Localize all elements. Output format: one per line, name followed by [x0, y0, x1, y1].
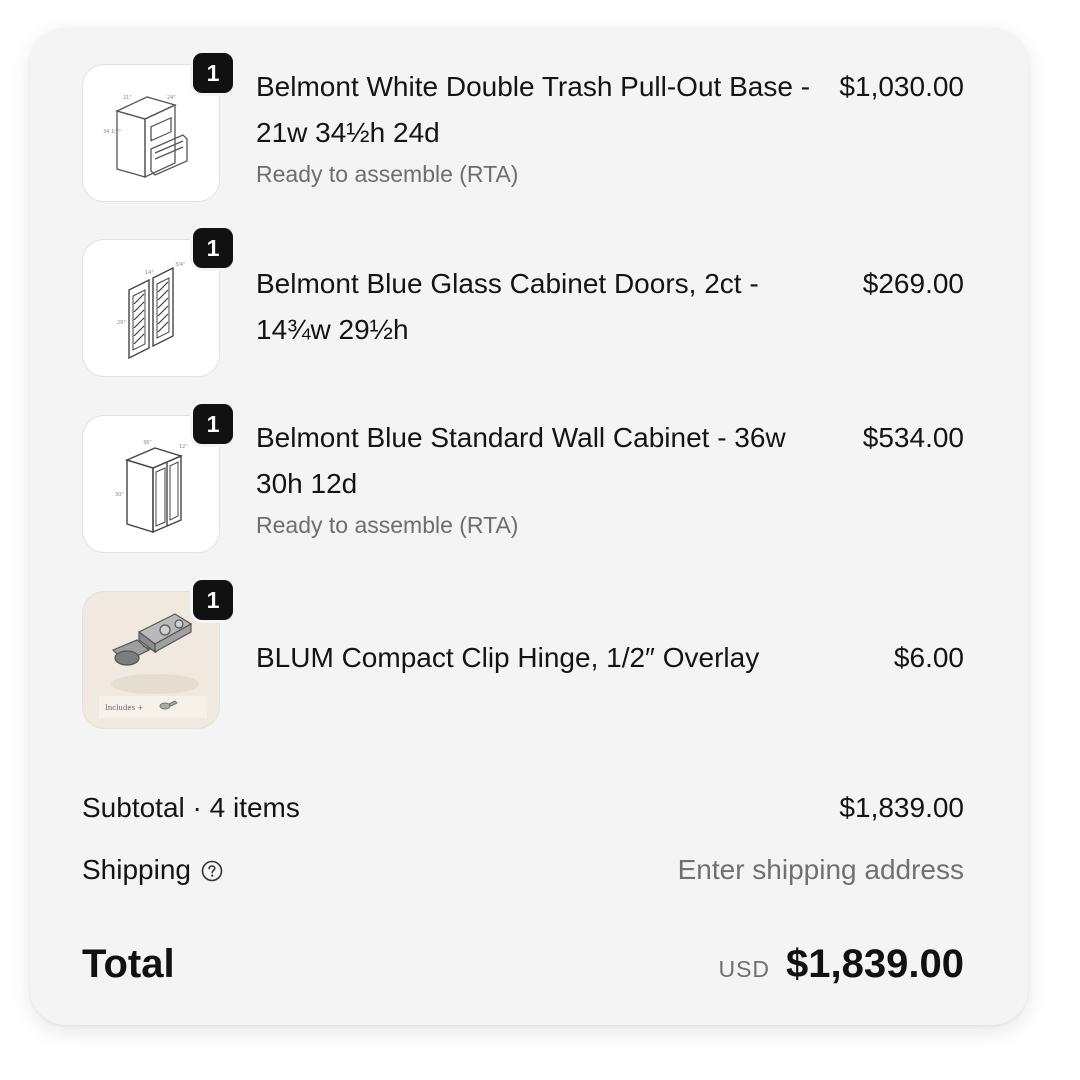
- total-value-group: USD $1,839.00: [718, 936, 964, 1001]
- order-summary-panel: 34 1/2" 21" 24" 1 Belmont White Double T…: [30, 28, 1028, 1025]
- line-item: Includes + 1 BLUM Compact Clip Hinge, 1/…: [82, 577, 964, 733]
- product-name: Belmont Blue Glass Cabinet Doors, 2ct - …: [256, 268, 759, 345]
- total-label: Total: [82, 942, 175, 986]
- line-item: 30" 36" 12" 1 Belmont Blue Standard Wall…: [82, 401, 964, 557]
- total-amount: $1,839.00: [786, 942, 964, 986]
- line-item: 29" 14" 3/4" 1 Belmont Blue Glass Cabine…: [82, 225, 964, 381]
- product-title-block: Belmont Blue Glass Cabinet Doors, 2ct - …: [256, 261, 816, 353]
- thumbnail-caption: Includes +: [105, 704, 143, 712]
- total-row: Total USD $1,839.00: [82, 936, 964, 992]
- svg-text:29": 29": [117, 320, 126, 326]
- subtotal-label: Subtotal · 4 items: [82, 792, 300, 823]
- svg-text:36": 36": [143, 440, 152, 446]
- product-variant: Ready to assemble (RTA): [256, 161, 519, 187]
- product-price: $6.00: [893, 642, 964, 673]
- svg-text:30": 30": [115, 492, 124, 498]
- svg-text:24": 24": [167, 95, 176, 101]
- svg-text:3/4": 3/4": [175, 262, 185, 268]
- product-title-block: BLUM Compact Clip Hinge, 1/2″ Overlay: [256, 635, 856, 681]
- shipping-label-group: Shipping: [82, 850, 223, 890]
- product-variant: Ready to assemble (RTA): [256, 512, 519, 538]
- svg-text:12": 12": [179, 444, 188, 450]
- quantity-badge: 1: [190, 577, 236, 623]
- subtotal-value: $1,839.00: [839, 792, 964, 823]
- help-icon[interactable]: [201, 860, 223, 882]
- svg-text:14": 14": [145, 270, 154, 276]
- product-name: Belmont White Double Trash Pull-Out Base…: [256, 71, 811, 148]
- product-title-block: Belmont White Double Trash Pull-Out Base…: [256, 64, 816, 192]
- shipping-label: Shipping: [82, 854, 191, 885]
- svg-text:21": 21": [123, 95, 132, 101]
- product-price: $1,030.00: [839, 71, 964, 102]
- product-name: Belmont Blue Standard Wall Cabinet - 36w…: [256, 422, 786, 499]
- quantity-badge: 1: [190, 401, 236, 447]
- product-price: $269.00: [862, 268, 964, 299]
- product-name: BLUM Compact Clip Hinge, 1/2″ Overlay: [256, 642, 760, 673]
- line-item: 34 1/2" 21" 24" 1 Belmont White Double T…: [82, 50, 964, 206]
- product-title-block: Belmont Blue Standard Wall Cabinet - 36w…: [256, 415, 816, 543]
- quantity-badge: 1: [190, 225, 236, 271]
- shipping-value: Enter shipping address: [677, 854, 964, 885]
- quantity-badge: 1: [190, 50, 236, 96]
- product-price: $534.00: [862, 422, 964, 453]
- svg-text:34 1/2": 34 1/2": [103, 129, 121, 135]
- currency-code: USD: [718, 956, 771, 982]
